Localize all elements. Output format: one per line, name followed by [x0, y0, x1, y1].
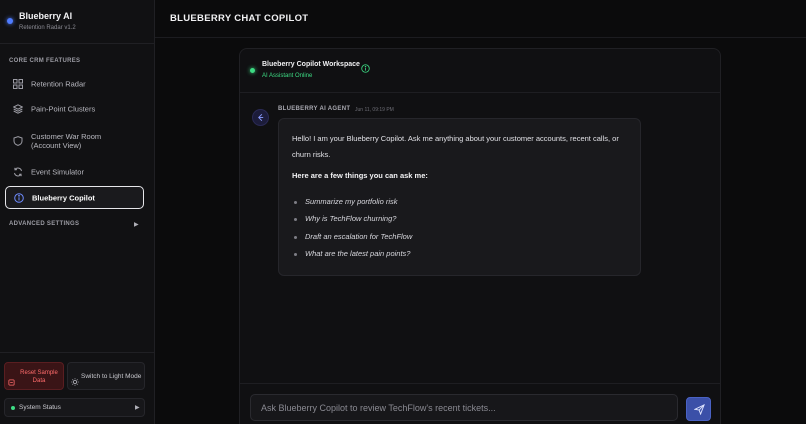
section-label-advanced[interactable]: ADVANCED SETTINGS: [9, 221, 79, 227]
message-intro: Hello! I am your Blueberry Copilot. Ask …: [292, 134, 619, 159]
send-icon: [694, 404, 705, 415]
online-status-dot: [250, 68, 255, 73]
suggestion-text: What are the latest pain points?: [305, 249, 411, 258]
send-button[interactable]: [686, 397, 711, 421]
sidebar: Blueberry AI Retention Radar v1.2 CORE C…: [0, 0, 155, 424]
assistant-message-bubble: Hello! I am your Blueberry Copilot. Ask …: [278, 118, 641, 276]
sun-icon: [71, 373, 79, 386]
brand-subtitle: Retention Radar v1.2: [19, 25, 76, 31]
brand-header[interactable]: Blueberry AI Retention Radar v1.2: [0, 0, 155, 44]
suggestion-item[interactable]: Draft an escalation for TechFlow: [294, 232, 534, 244]
chat-panel: Blueberry Copilot Workspace AI Assistant…: [239, 48, 721, 424]
sidebar-item-blueberry-copilot[interactable]: Blueberry Copilot: [5, 186, 144, 209]
brand-title: Blueberry AI: [19, 11, 73, 21]
chat-input[interactable]: [250, 394, 678, 421]
system-status-label: System Status: [19, 404, 61, 411]
sidebar-item-retention-radar[interactable]: Retention Radar: [5, 72, 144, 95]
bullet-dot: [294, 218, 297, 221]
workspace-title: Blueberry Copilot Workspace: [262, 61, 360, 68]
info-icon[interactable]: [361, 60, 370, 73]
chat-input-bar: [240, 383, 720, 424]
sidebar-item-pain-point-clusters[interactable]: Pain-Point Clusters: [5, 97, 144, 120]
sidebar-item-label: Customer War Room (Account View): [31, 131, 102, 150]
info-icon: [14, 192, 24, 203]
bullet-dot: [294, 236, 297, 239]
assistant-status: AI Assistant Online: [262, 73, 313, 79]
page-header: BLUEBERRY CHAT COPILOT: [155, 0, 806, 38]
suggestions-heading: Here are a few things you can ask me:: [292, 171, 428, 180]
reset-sample-data-button[interactable]: Reset Sample Data: [4, 362, 64, 390]
status-online-dot: [11, 406, 15, 410]
agent-avatar: [252, 109, 269, 126]
sidebar-item-customer-war-room[interactable]: Customer War Room (Account View): [5, 127, 144, 154]
bullet-dot: [294, 253, 297, 256]
sidebar-item-label: Retention Radar: [31, 79, 86, 88]
suggestion-item[interactable]: Why is TechFlow churning?: [294, 214, 534, 226]
switch-light-mode-button[interactable]: Switch to Light Mode: [67, 362, 145, 390]
trash-icon: [8, 373, 15, 386]
app-root: Blueberry AI Retention Radar v1.2 CORE C…: [0, 0, 806, 424]
message-author: BLUEBERRY AI AGENT: [278, 106, 351, 112]
sidebar-item-label: Blueberry Copilot: [32, 193, 95, 202]
switch-light-mode-label: Switch to Light Mode: [81, 373, 142, 380]
message-timestamp: Jun 11, 09:19 PM: [355, 107, 394, 113]
section-label-core: CORE CRM FEATURES: [9, 58, 81, 64]
bullet-dot: [294, 201, 297, 204]
sidebar-item-label: Pain-Point Clusters: [31, 104, 96, 113]
suggestion-item[interactable]: Summarize my portfolio risk: [294, 197, 534, 209]
expand-arrow-icon[interactable]: ▶: [134, 221, 139, 228]
refresh-icon: [13, 167, 23, 177]
shield-icon: [13, 135, 23, 146]
suggestion-text: Why is TechFlow churning?: [305, 214, 397, 223]
suggestion-text: Summarize my portfolio risk: [305, 197, 398, 206]
workspace-header: Blueberry Copilot Workspace AI Assistant…: [240, 49, 720, 93]
suggestion-text: Draft an escalation for TechFlow: [305, 232, 413, 241]
sidebar-item-label: Event Simulator: [31, 167, 84, 176]
page-title: BLUEBERRY CHAT COPILOT: [170, 13, 309, 24]
grid-icon: [13, 78, 23, 89]
suggestion-item[interactable]: What are the latest pain points?: [294, 249, 534, 261]
brand-logo-dot: [7, 18, 13, 24]
system-status-toggle[interactable]: System Status ▶: [4, 398, 145, 417]
expand-arrow-icon: ▶: [135, 405, 140, 411]
sidebar-footer: Reset Sample Data Switch to Light Mode S…: [0, 352, 155, 424]
layers-icon: [13, 103, 23, 114]
reset-sample-data-label: Reset Sample Data: [20, 370, 58, 384]
sidebar-item-event-simulator[interactable]: Event Simulator: [5, 160, 144, 183]
